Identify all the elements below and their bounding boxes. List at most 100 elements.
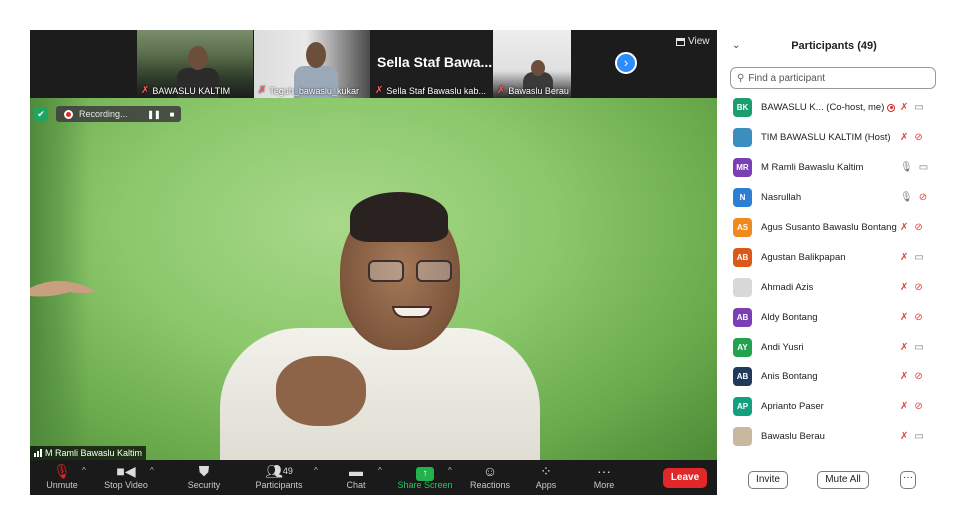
participants-icon: 👥︎49 bbox=[265, 463, 293, 479]
reactions-button[interactable]: ☺ Reactions bbox=[460, 462, 520, 495]
chat-options-caret[interactable]: ^ bbox=[378, 466, 382, 475]
avatar: AB bbox=[733, 367, 752, 387]
thumbnail-label: ✗ Bawaslu Berau bbox=[497, 85, 569, 96]
thumbnail-video[interactable]: Sella Staf Bawa... ✗ Sella Staf Bawaslu … bbox=[371, 30, 492, 98]
audio-options-caret[interactable]: ^ bbox=[82, 466, 86, 475]
meeting-toolbar: 🎙︎ Unmute ^ ■◀ Stop Video ^ ⛊ Security 👥… bbox=[30, 460, 717, 495]
ellipsis-icon: ··· bbox=[597, 463, 611, 479]
participant-status: 🎙︎ ▭ bbox=[900, 162, 928, 173]
person-head bbox=[531, 60, 545, 76]
thumbnail-name: Sella Staf Bawaslu kab... bbox=[386, 85, 486, 96]
participant-row[interactable]: N Nasrullah 🎙︎ ⊘ bbox=[720, 183, 948, 213]
participant-row[interactable]: Ahmadi Azis ✗ ⊘ bbox=[720, 272, 948, 302]
thumbnail-label: ✗ Teguh_bawaslu_kukar bbox=[258, 85, 359, 96]
active-speaker-video bbox=[30, 98, 717, 460]
camera-off-icon: ⊘ bbox=[914, 401, 923, 413]
share-screen-label: Share Screen bbox=[397, 480, 453, 490]
thumbnail-video[interactable]: ✗ BAWASLU KALTIM bbox=[137, 30, 253, 98]
more-label: More bbox=[593, 480, 615, 490]
smiley-icon: ☺ bbox=[482, 463, 498, 479]
invite-button[interactable]: Invite bbox=[748, 471, 788, 489]
share-screen-icon: ↑ bbox=[394, 462, 456, 481]
thumbnail-video[interactable]: ✗ Teguh_bawaslu_kukar bbox=[254, 30, 370, 98]
participant-name: Anis Bontang bbox=[761, 371, 818, 383]
security-button[interactable]: ⛊ Security bbox=[174, 462, 234, 495]
participants-options-caret[interactable]: ^ bbox=[314, 466, 318, 475]
speaker-hair bbox=[350, 192, 448, 242]
mic-icon: 🎙︎ bbox=[900, 192, 913, 204]
mic-muted-icon: ✗ bbox=[900, 102, 909, 114]
participant-row[interactable]: BK BAWASLU K... (Co-host, me) ✗ ▭ bbox=[720, 93, 948, 123]
participant-row[interactable]: AP Aprianto Paser ✗ ⊘ bbox=[720, 392, 948, 422]
camera-off-icon: ⊘ bbox=[914, 311, 923, 323]
recording-icon bbox=[887, 103, 895, 112]
mic-muted-icon: ✗ bbox=[900, 281, 909, 293]
participant-status: ✗ ▭ bbox=[900, 342, 924, 353]
avatar: AP bbox=[733, 397, 752, 417]
leave-button[interactable]: Leave bbox=[663, 468, 707, 488]
share-options-caret[interactable]: ^ bbox=[448, 466, 452, 475]
mic-muted-icon: ✗ bbox=[258, 85, 267, 96]
thumbnail-strip: ✗ BAWASLU KALTIM ✗ Teguh_bawaslu_kukar S… bbox=[30, 30, 717, 98]
encryption-shield-icon[interactable]: ✔ bbox=[34, 107, 48, 121]
mic-muted-icon: ✗ bbox=[141, 85, 150, 96]
participant-row[interactable]: AY Andi Yusri ✗ ▭ bbox=[720, 332, 948, 362]
glasses-left bbox=[368, 260, 404, 282]
thumbnail-video[interactable]: ✗ Bawaslu Berau bbox=[493, 30, 571, 98]
mic-muted-icon: ✗ bbox=[900, 371, 909, 383]
participant-status: ✗ ▭ bbox=[900, 102, 924, 113]
participant-row[interactable]: AB Anis Bontang ✗ ⊘ bbox=[720, 362, 948, 392]
participant-status: ✗ ▭ bbox=[900, 252, 924, 263]
more-options-button[interactable]: ··· bbox=[900, 471, 916, 489]
mic-muted-icon: ✗ bbox=[900, 222, 909, 233]
thumbnail-name: Teguh_bawaslu_kukar bbox=[269, 85, 359, 96]
shield-icon: ⛊ bbox=[198, 463, 210, 479]
participants-button[interactable]: 👥︎49 Participants bbox=[248, 462, 310, 495]
search-input[interactable] bbox=[748, 72, 929, 84]
camera-off-icon: ⊘ bbox=[914, 132, 923, 144]
participant-row[interactable]: TIM BAWASLU KALTIM (Host) ✗ ⊘ bbox=[720, 123, 948, 153]
panel-header: ⌄ Participants (49) bbox=[720, 30, 948, 62]
next-page-button[interactable]: › bbox=[615, 52, 637, 74]
chat-button[interactable]: ▬ Chat bbox=[326, 462, 386, 495]
stop-video-button[interactable]: ■◀ Stop Video bbox=[96, 462, 156, 495]
participant-name: BAWASLU K... (Co-host, me) bbox=[761, 102, 885, 114]
share-screen-button[interactable]: ↑ Share Screen bbox=[394, 462, 456, 495]
recording-dot-icon bbox=[64, 109, 73, 119]
grid-view-icon bbox=[676, 37, 685, 46]
mic-muted-icon: ✗ bbox=[900, 311, 909, 323]
stop-recording-button[interactable]: ■ bbox=[163, 110, 181, 119]
camera-off-icon: ⊘ bbox=[918, 192, 928, 204]
video-options-caret[interactable]: ^ bbox=[150, 466, 154, 475]
participant-name: Aprianto Paser bbox=[761, 401, 824, 413]
photo-avatar-icon bbox=[733, 427, 752, 447]
participant-row[interactable]: AS Agus Susanto Bawaslu Bontang ✗ ⊘ bbox=[720, 213, 948, 243]
participant-search[interactable]: ⚲ bbox=[730, 67, 936, 89]
participants-count: 49 bbox=[282, 466, 293, 476]
participant-name: Ahmadi Azis bbox=[761, 281, 814, 293]
mic-muted-icon: ✗ bbox=[900, 251, 909, 263]
participant-status: ✗ ⊘ bbox=[900, 312, 923, 323]
mute-all-button[interactable]: Mute All bbox=[817, 471, 869, 489]
search-icon: ⚲ bbox=[737, 72, 745, 84]
panel-footer: Invite Mute All ··· bbox=[720, 465, 948, 500]
pause-recording-button[interactable]: ❚❚ bbox=[145, 110, 163, 119]
apps-icon: ⁘ bbox=[540, 463, 552, 479]
participant-row[interactable]: Bawaslu Berau ✗ ▭ bbox=[720, 422, 948, 452]
view-button[interactable]: View bbox=[676, 36, 710, 47]
participant-name: TIM BAWASLU KALTIM (Host) bbox=[761, 132, 891, 144]
view-label: View bbox=[688, 36, 710, 47]
participant-row[interactable]: MR M Ramli Bawaslu Kaltim 🎙︎ ▭ bbox=[720, 153, 948, 183]
camera-icon: ▭ bbox=[918, 162, 929, 174]
avatar: AY bbox=[733, 337, 752, 357]
participant-name: Agustan Balikpapan bbox=[761, 251, 846, 263]
more-button[interactable]: ··· More bbox=[574, 462, 634, 495]
photo-avatar-icon bbox=[733, 277, 752, 297]
mic-muted-icon: ✗ bbox=[900, 431, 909, 443]
apps-button[interactable]: ⁘ Apps bbox=[516, 462, 576, 495]
participant-list[interactable]: BK BAWASLU K... (Co-host, me) ✗ ▭ TIM BAWASL… bbox=[720, 93, 948, 459]
participant-row[interactable]: AB Agustan Balikpapan ✗ ▭ bbox=[720, 242, 948, 272]
speaker-hand bbox=[276, 356, 366, 426]
camera-off-icon: ⊘ bbox=[914, 281, 923, 293]
participant-row[interactable]: AB Aldy Bontang ✗ ⊘ bbox=[720, 302, 948, 332]
